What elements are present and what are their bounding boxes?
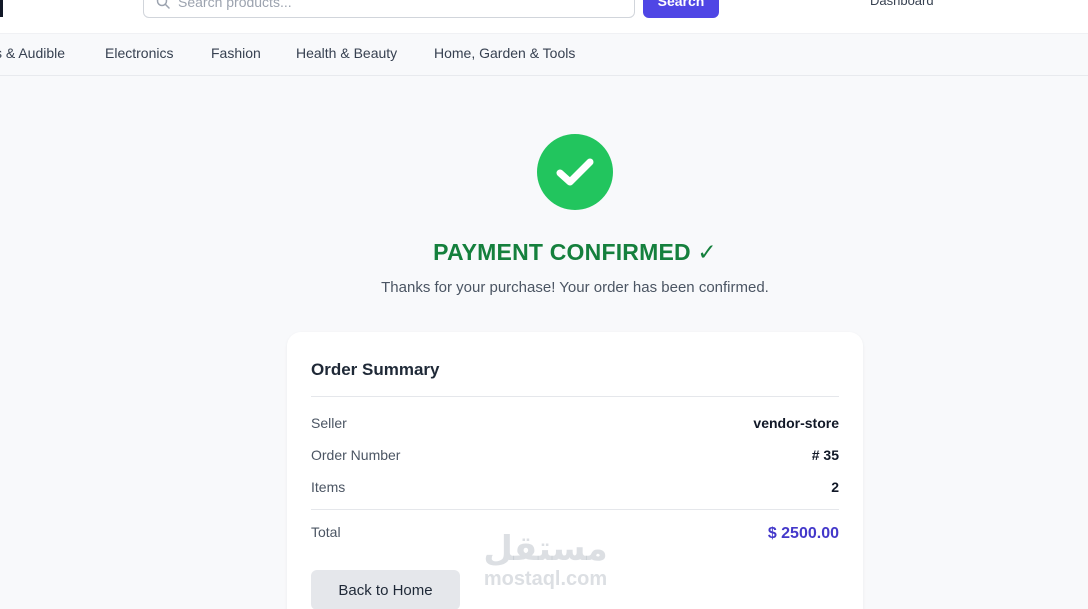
category-fashion[interactable]: Fashion <box>211 45 261 61</box>
order-summary-card: Order Summary Seller vendor-store Order … <box>287 332 863 609</box>
search-button[interactable]: Search <box>643 0 719 18</box>
search-input[interactable] <box>178 0 618 10</box>
category-nav: s & Audible Electronics Fashion Health &… <box>0 33 1088 76</box>
divider <box>311 509 839 510</box>
card-title: Order Summary <box>311 360 440 379</box>
search-icon <box>156 0 170 9</box>
order-number-label: Order Number <box>311 447 401 463</box>
logo[interactable] <box>0 0 3 17</box>
items-value: 2 <box>831 479 839 495</box>
success-badge <box>537 134 613 210</box>
seller-label: Seller <box>311 415 347 431</box>
category-health-beauty[interactable]: Health & Beauty <box>296 45 397 61</box>
divider <box>311 396 839 397</box>
category-electronics[interactable]: Electronics <box>105 45 173 61</box>
total-value: $ 2500.00 <box>767 525 839 542</box>
confirmation-message: Thanks for your purchase! Your order has… <box>381 279 769 296</box>
checkmark-icon <box>556 158 594 186</box>
top-header: Search Dashboard <box>0 0 1088 33</box>
order-number-value: # 35 <box>811 447 839 463</box>
total-label: Total <box>311 524 341 540</box>
category-home-garden-tools[interactable]: Home, Garden & Tools <box>434 45 575 61</box>
seller-value: vendor-store <box>753 415 839 431</box>
category-books-audible[interactable]: s & Audible <box>0 45 65 61</box>
search-box[interactable] <box>143 0 635 18</box>
items-label: Items <box>311 479 346 495</box>
back-to-home-button[interactable]: Back to Home <box>311 570 460 609</box>
confirmation-title: PAYMENT CONFIRMED ✓ <box>433 239 717 265</box>
dashboard-link[interactable]: Dashboard <box>870 0 934 8</box>
